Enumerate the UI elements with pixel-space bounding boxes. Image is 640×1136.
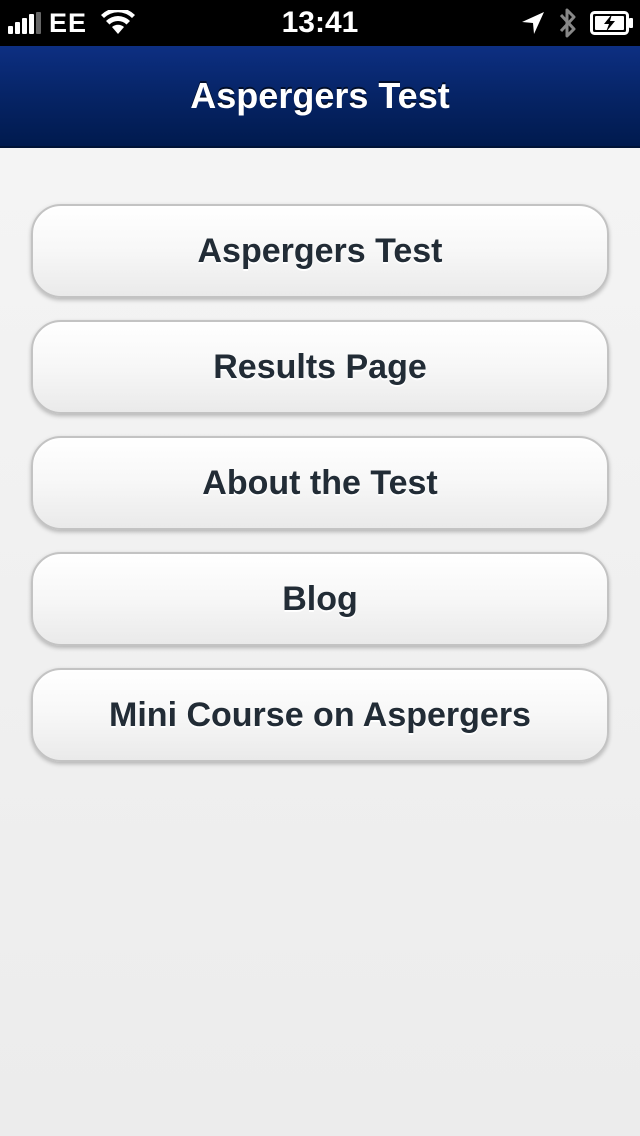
- wifi-icon: [101, 10, 136, 34]
- mini-course-button[interactable]: Mini Course on Aspergers: [31, 668, 609, 762]
- battery-charging-icon: [590, 11, 633, 35]
- blog-button[interactable]: Blog: [31, 552, 609, 646]
- page-title: Aspergers Test: [190, 75, 450, 116]
- aspergers-test-button[interactable]: Aspergers Test: [31, 204, 609, 298]
- main-menu: Aspergers Test Results Page About the Te…: [31, 204, 609, 784]
- main-content: Aspergers Test Results Page About the Te…: [0, 148, 640, 1136]
- status-bar-right: [508, 0, 634, 46]
- navigation-bar: Aspergers Test: [0, 46, 640, 148]
- about-the-test-button[interactable]: About the Test: [31, 436, 609, 530]
- location-arrow-icon: [522, 12, 544, 34]
- bluetooth-icon: [559, 8, 576, 38]
- results-page-button[interactable]: Results Page: [31, 320, 609, 414]
- status-bar: EE 13:41: [0, 0, 640, 46]
- carrier-name: EE: [49, 7, 88, 38]
- status-bar-left: EE: [8, 0, 136, 46]
- signal-icon: [8, 12, 43, 34]
